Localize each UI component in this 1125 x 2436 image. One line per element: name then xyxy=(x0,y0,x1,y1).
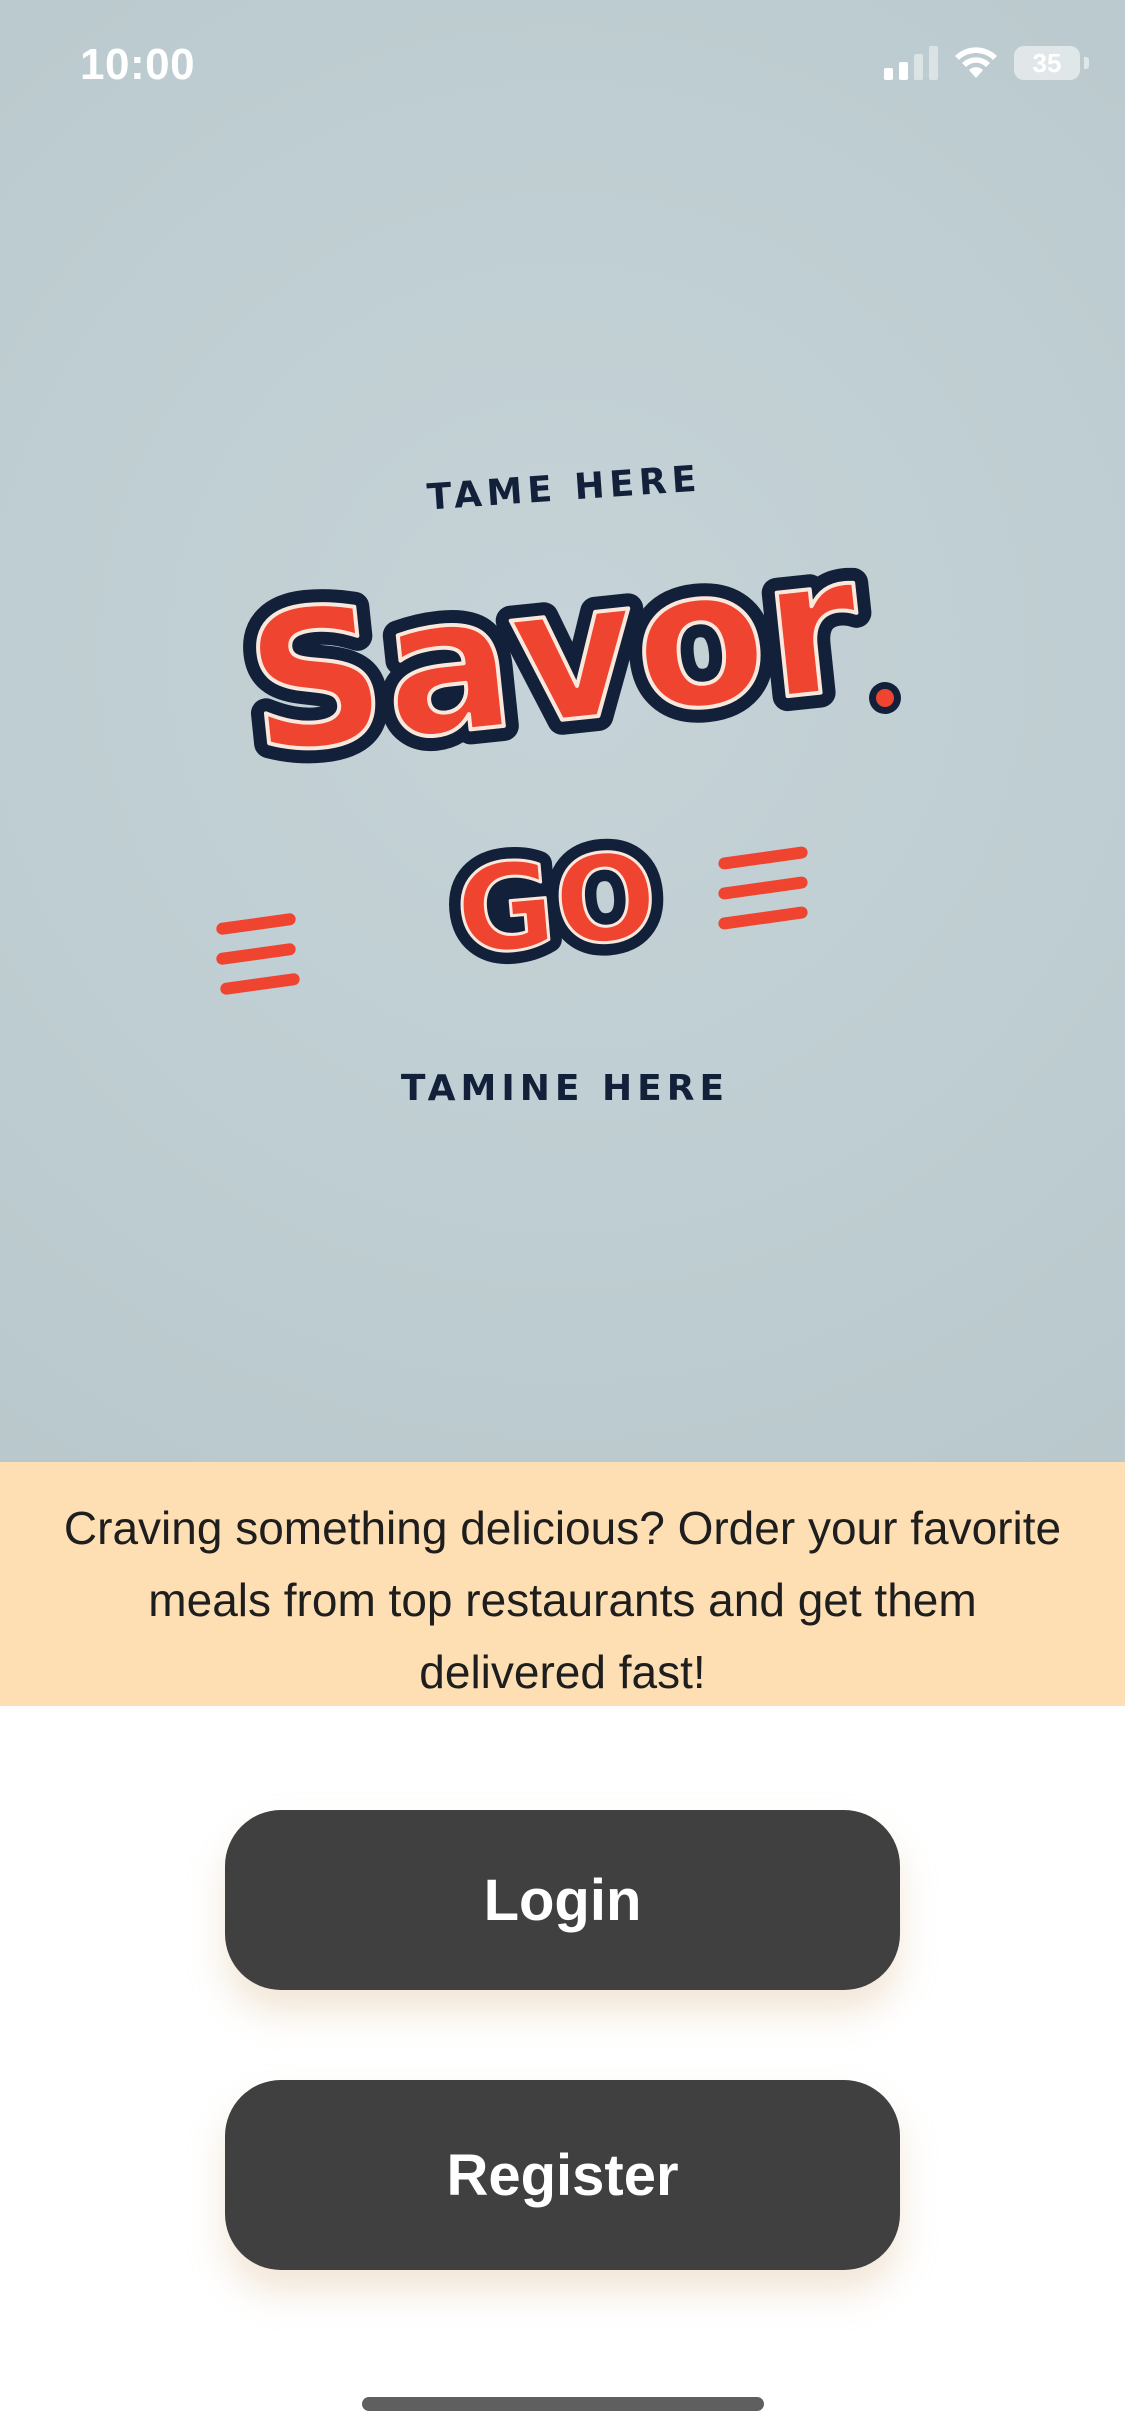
login-button[interactable]: Login xyxy=(225,1810,900,1990)
logo-speed-lines-right xyxy=(718,846,808,930)
register-button[interactable]: Register xyxy=(225,2080,900,2270)
status-time: 10:00 xyxy=(80,40,196,89)
battery-icon: 35 xyxy=(1014,46,1089,80)
signal-icon xyxy=(884,46,938,80)
hero-section: 10:00 35 TAME HERE Savor Savor GO GO TAM… xyxy=(0,0,1125,1462)
logo-speed-lines-left xyxy=(216,913,300,995)
logo-bottom-text: TAMINE HERE xyxy=(401,1068,729,1109)
status-bar: 10:00 35 xyxy=(0,0,1125,140)
tagline-banner: Craving something delicious? Order your … xyxy=(0,1462,1125,1706)
status-icons: 35 xyxy=(884,46,1089,80)
savor-go-logo: TAME HERE Savor Savor GO GO TAMINE HERE xyxy=(216,459,901,1109)
logo-main-text: Savor xyxy=(237,513,870,797)
logo-top-text: TAME HERE xyxy=(426,459,703,519)
home-indicator[interactable] xyxy=(362,2397,764,2411)
battery-level: 35 xyxy=(1032,47,1062,78)
tagline-text: Craving something delicious? Order your … xyxy=(63,1502,1062,1698)
wifi-icon xyxy=(955,47,997,78)
logo-go-text: GO xyxy=(451,827,663,983)
